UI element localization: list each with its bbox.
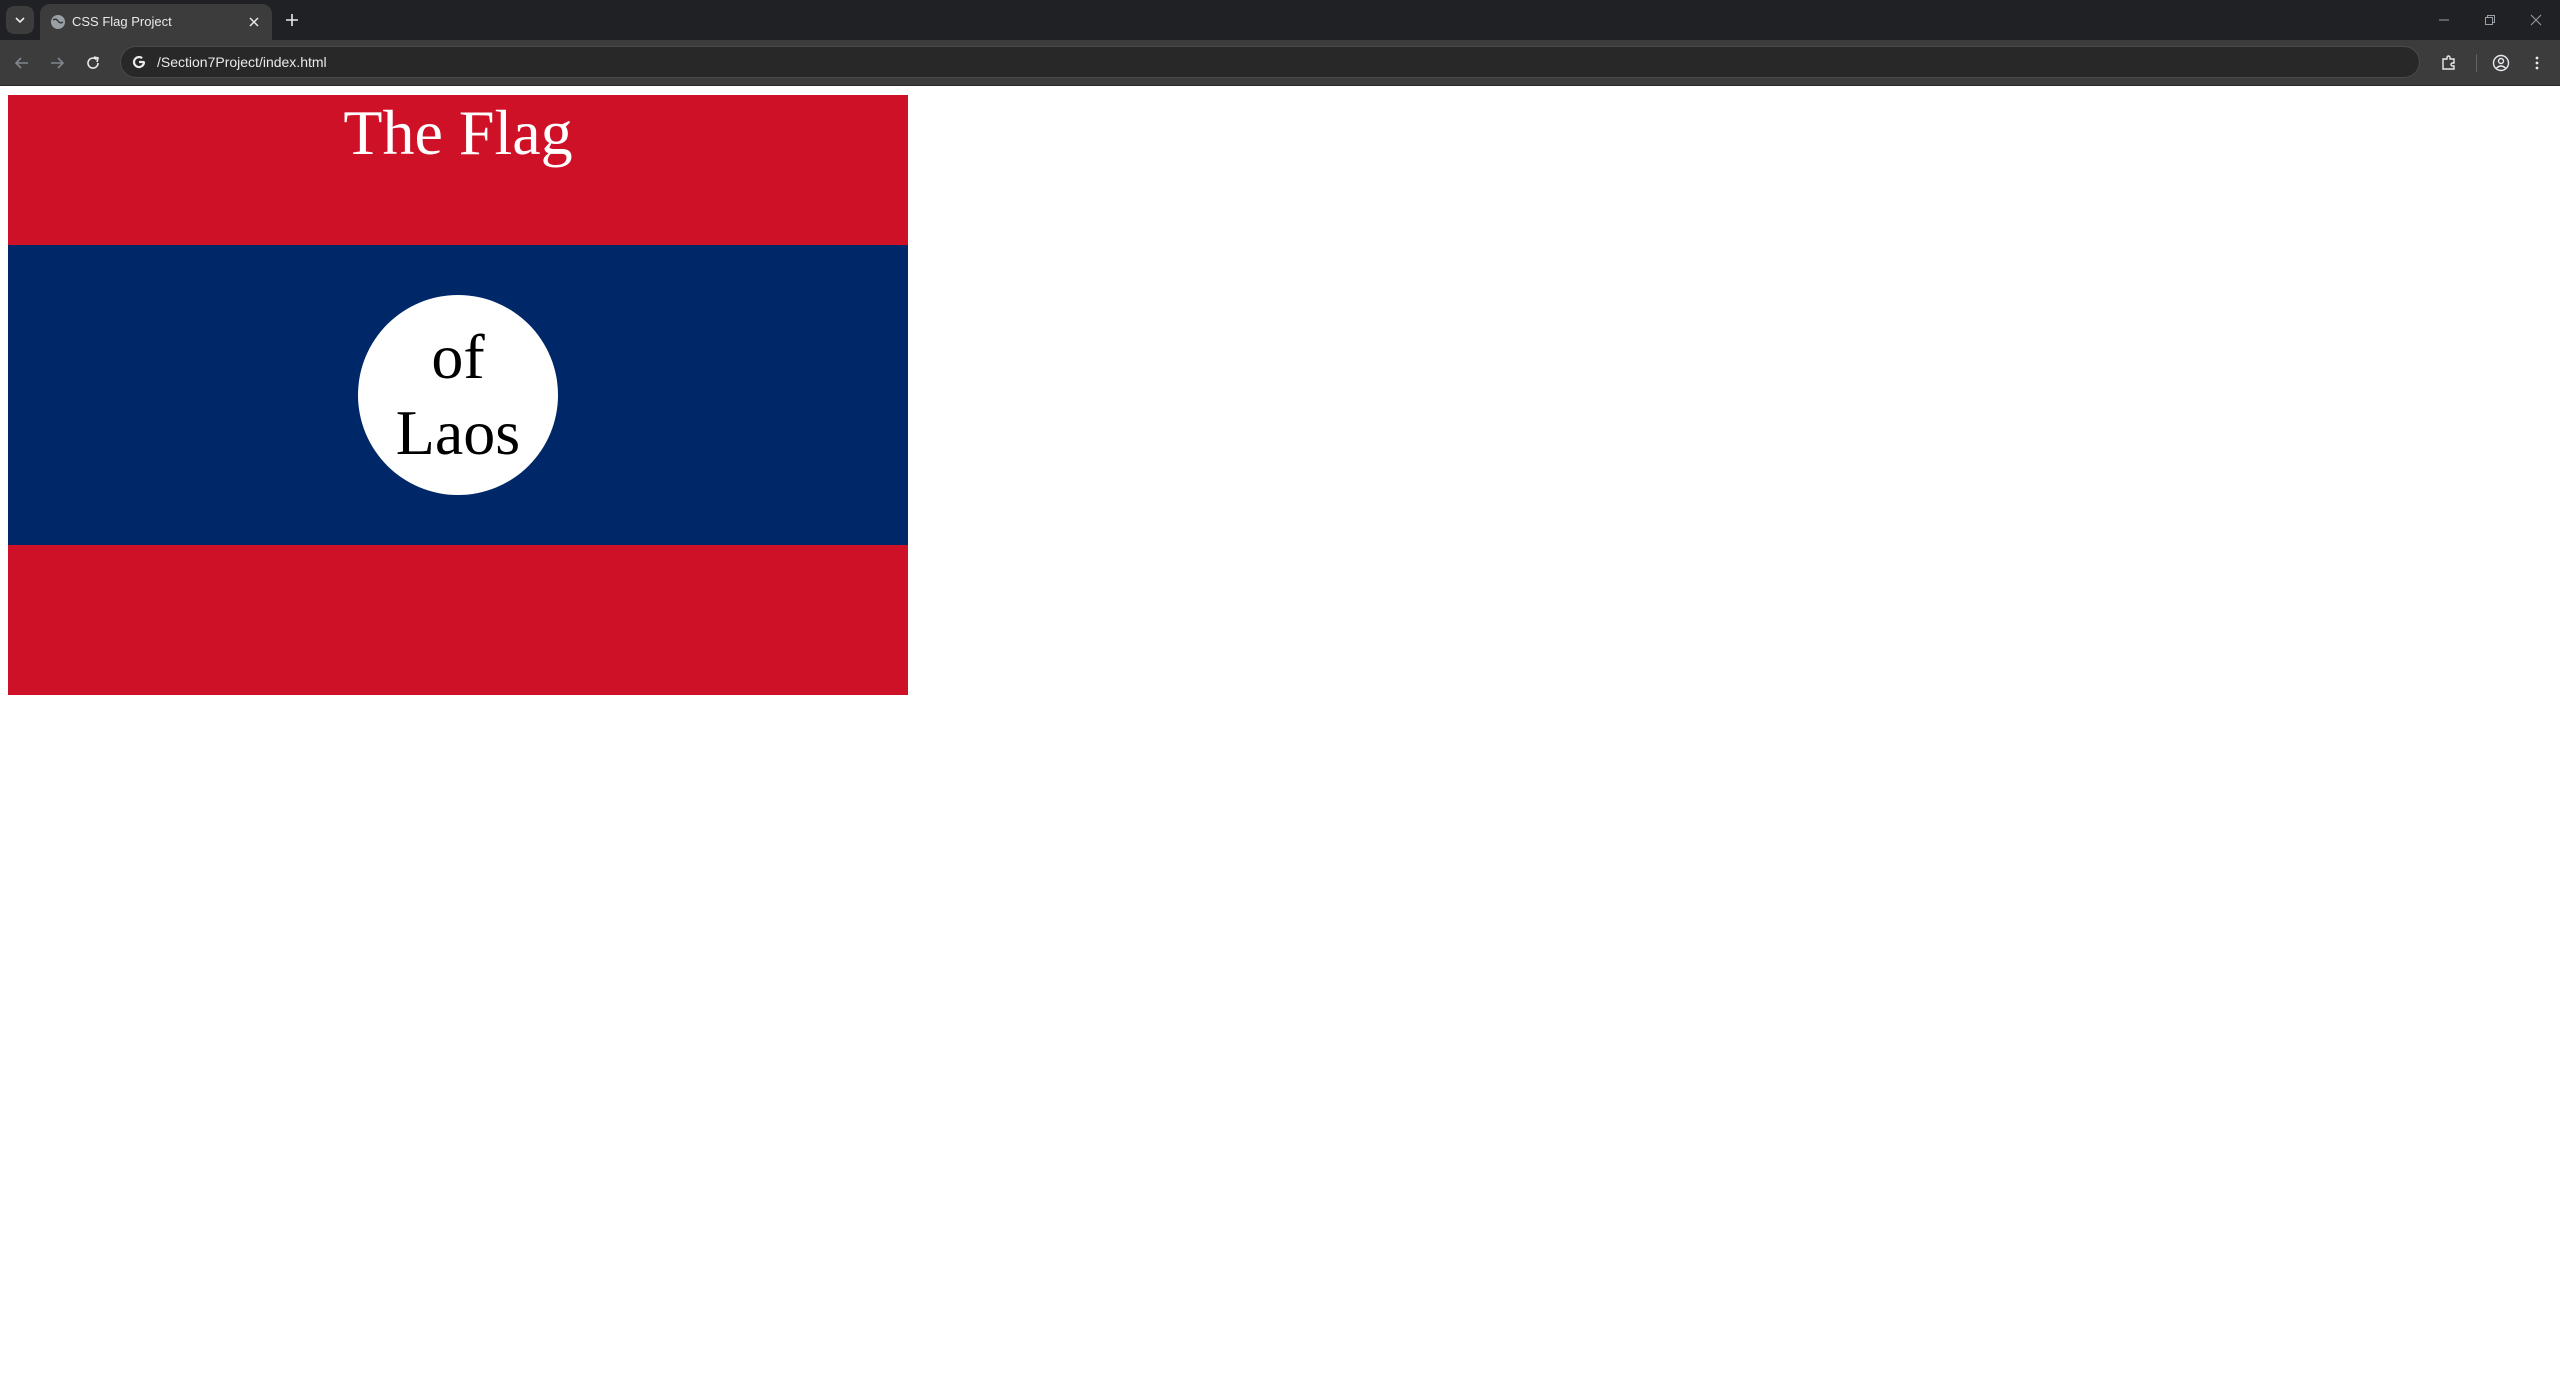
browser-toolbar: /Section7Project/index.html <box>0 40 2560 86</box>
circle-text-line1: of <box>431 321 485 392</box>
flag-blue-stripe: of Laos <box>8 245 908 545</box>
reload-icon <box>87 56 99 69</box>
tab-close-button[interactable] <box>244 12 264 32</box>
globe-icon <box>51 15 65 29</box>
forward-button[interactable] <box>44 50 70 76</box>
flag-bottom-red-stripe <box>8 545 908 695</box>
restore-button[interactable] <box>2470 6 2510 34</box>
window-close-button[interactable] <box>2516 6 2556 34</box>
url-text: /Section7Project/index.html <box>157 54 327 70</box>
close-icon <box>249 17 259 27</box>
minimize-button[interactable] <box>2424 6 2464 34</box>
address-bar[interactable]: /Section7Project/index.html <box>120 46 2420 78</box>
restore-icon <box>2485 15 2495 25</box>
laos-flag: The Flag of Laos <box>8 95 908 695</box>
google-g-icon <box>132 55 146 69</box>
flag-white-circle: of Laos <box>358 295 558 495</box>
minimize-icon <box>2439 19 2449 21</box>
tab-search-button[interactable] <box>6 6 34 34</box>
reload-button[interactable] <box>80 50 106 76</box>
browser-tab[interactable]: CSS Flag Project <box>40 4 272 40</box>
plus-icon <box>286 14 298 26</box>
tab-title: CSS Flag Project <box>72 14 172 29</box>
forward-arrow-icon <box>51 57 65 69</box>
close-icon <box>2530 14 2542 26</box>
profile-icon <box>2492 54 2510 72</box>
flag-top-red-stripe: The Flag <box>8 95 908 245</box>
puzzle-icon <box>2442 55 2455 70</box>
flag-title: The Flag <box>343 97 573 168</box>
extensions-button[interactable] <box>2436 50 2462 76</box>
browser-menu-button[interactable] <box>2524 50 2550 76</box>
new-tab-button[interactable] <box>280 8 304 32</box>
toolbar-separator <box>2476 54 2477 72</box>
chevron-down-icon <box>15 17 25 24</box>
back-arrow-icon <box>14 57 28 69</box>
profile-button[interactable] <box>2488 50 2514 76</box>
kebab-menu-icon <box>2535 56 2539 70</box>
back-button[interactable] <box>9 50 35 76</box>
page-viewport: The Flag of Laos <box>0 86 2560 1392</box>
circle-text-line2: Laos <box>395 397 521 468</box>
tab-strip: CSS Flag Project <box>0 0 2560 40</box>
